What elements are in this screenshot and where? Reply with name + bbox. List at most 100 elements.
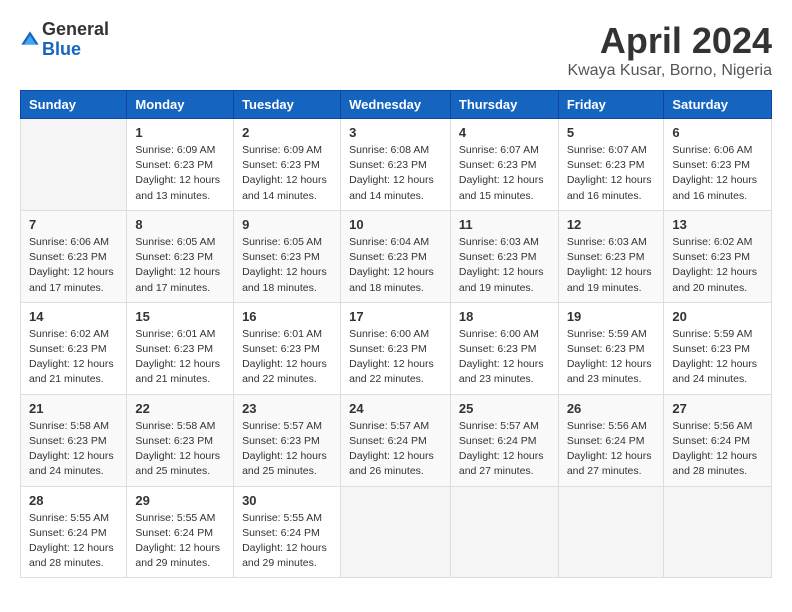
day-number: 25 [459, 401, 550, 416]
day-detail: Sunrise: 6:07 AM Sunset: 6:23 PM Dayligh… [567, 143, 656, 204]
calendar-cell: 15 Sunrise: 6:01 AM Sunset: 6:23 PM Dayli… [127, 302, 234, 394]
logo-blue: Blue [42, 40, 109, 60]
day-detail: Sunrise: 6:05 AM Sunset: 6:23 PM Dayligh… [242, 235, 332, 296]
calendar-body: 1 Sunrise: 6:09 AM Sunset: 6:23 PM Daylig… [21, 119, 772, 578]
day-number: 5 [567, 125, 656, 140]
day-number: 7 [29, 217, 118, 232]
day-detail: Sunrise: 6:07 AM Sunset: 6:23 PM Dayligh… [459, 143, 550, 204]
calendar-cell [558, 486, 664, 578]
day-detail: Sunrise: 5:57 AM Sunset: 6:24 PM Dayligh… [349, 419, 442, 480]
calendar-cell: 5 Sunrise: 6:07 AM Sunset: 6:23 PM Daylig… [558, 119, 664, 211]
day-number: 1 [135, 125, 225, 140]
calendar-header: SundayMondayTuesdayWednesdayThursdayFrid… [21, 91, 772, 119]
weekday-header: Saturday [664, 91, 772, 119]
calendar-week-row: 7 Sunrise: 6:06 AM Sunset: 6:23 PM Daylig… [21, 210, 772, 302]
calendar-cell [664, 486, 772, 578]
logo-text: General Blue [42, 20, 109, 60]
calendar-week-row: 14Sunrise: 6:02 AM Sunset: 6:23 PM Dayli… [21, 302, 772, 394]
calendar-cell: 10 Sunrise: 6:04 AM Sunset: 6:23 PM Dayli… [341, 210, 451, 302]
calendar-cell: 23 Sunrise: 5:57 AM Sunset: 6:23 PM Dayli… [234, 394, 341, 486]
day-detail: Sunrise: 6:01 AM Sunset: 6:23 PM Dayligh… [135, 327, 225, 388]
day-number: 23 [242, 401, 332, 416]
day-number: 6 [672, 125, 763, 140]
calendar-cell: 16 Sunrise: 6:01 AM Sunset: 6:23 PM Dayli… [234, 302, 341, 394]
day-detail: Sunrise: 6:09 AM Sunset: 6:23 PM Dayligh… [242, 143, 332, 204]
calendar-cell: 13 Sunrise: 6:02 AM Sunset: 6:23 PM Dayli… [664, 210, 772, 302]
calendar-cell: 14Sunrise: 6:02 AM Sunset: 6:23 PM Dayli… [21, 302, 127, 394]
logo-icon [20, 30, 40, 50]
calendar-cell: 12 Sunrise: 6:03 AM Sunset: 6:23 PM Dayli… [558, 210, 664, 302]
day-number: 24 [349, 401, 442, 416]
calendar-cell: 11Sunrise: 6:03 AM Sunset: 6:23 PM Dayli… [450, 210, 558, 302]
weekday-header: Sunday [21, 91, 127, 119]
calendar-cell: 28Sunrise: 5:55 AM Sunset: 6:24 PM Dayli… [21, 486, 127, 578]
day-number: 18 [459, 309, 550, 324]
day-number: 26 [567, 401, 656, 416]
day-detail: Sunrise: 5:55 AM Sunset: 6:24 PM Dayligh… [135, 511, 225, 572]
day-detail: Sunrise: 6:06 AM Sunset: 6:23 PM Dayligh… [29, 235, 118, 296]
weekday-header: Monday [127, 91, 234, 119]
calendar-cell: 3 Sunrise: 6:08 AM Sunset: 6:23 PM Daylig… [341, 119, 451, 211]
day-number: 9 [242, 217, 332, 232]
weekday-header: Tuesday [234, 91, 341, 119]
calendar-cell: 19 Sunrise: 5:59 AM Sunset: 6:23 PM Dayli… [558, 302, 664, 394]
calendar-cell: 21 Sunrise: 5:58 AM Sunset: 6:23 PM Dayli… [21, 394, 127, 486]
calendar-week-row: 28Sunrise: 5:55 AM Sunset: 6:24 PM Dayli… [21, 486, 772, 578]
day-number: 16 [242, 309, 332, 324]
calendar-cell: 30 Sunrise: 5:55 AM Sunset: 6:24 PM Dayli… [234, 486, 341, 578]
logo: General Blue [20, 20, 109, 60]
calendar-cell [21, 119, 127, 211]
day-detail: Sunrise: 5:59 AM Sunset: 6:23 PM Dayligh… [567, 327, 656, 388]
day-number: 13 [672, 217, 763, 232]
day-detail: Sunrise: 5:55 AM Sunset: 6:24 PM Dayligh… [29, 511, 118, 572]
day-number: 22 [135, 401, 225, 416]
calendar-table: SundayMondayTuesdayWednesdayThursdayFrid… [20, 90, 772, 578]
day-detail: Sunrise: 6:09 AM Sunset: 6:23 PM Dayligh… [135, 143, 225, 204]
logo-general: General [42, 20, 109, 40]
calendar-cell: 24 Sunrise: 5:57 AM Sunset: 6:24 PM Dayli… [341, 394, 451, 486]
day-detail: Sunrise: 6:08 AM Sunset: 6:23 PM Dayligh… [349, 143, 442, 204]
day-number: 15 [135, 309, 225, 324]
calendar-week-row: 21 Sunrise: 5:58 AM Sunset: 6:23 PM Dayli… [21, 394, 772, 486]
calendar-cell: 4Sunrise: 6:07 AM Sunset: 6:23 PM Daylig… [450, 119, 558, 211]
calendar-cell: 18 Sunrise: 6:00 AM Sunset: 6:23 PM Dayli… [450, 302, 558, 394]
day-detail: Sunrise: 6:00 AM Sunset: 6:23 PM Dayligh… [459, 327, 550, 388]
day-detail: Sunrise: 6:01 AM Sunset: 6:23 PM Dayligh… [242, 327, 332, 388]
day-detail: Sunrise: 5:55 AM Sunset: 6:24 PM Dayligh… [242, 511, 332, 572]
calendar-cell: 25 Sunrise: 5:57 AM Sunset: 6:24 PM Dayli… [450, 394, 558, 486]
calendar-cell: 20Sunrise: 5:59 AM Sunset: 6:23 PM Dayli… [664, 302, 772, 394]
day-number: 29 [135, 493, 225, 508]
day-number: 21 [29, 401, 118, 416]
calendar-cell: 2 Sunrise: 6:09 AM Sunset: 6:23 PM Daylig… [234, 119, 341, 211]
day-number: 30 [242, 493, 332, 508]
day-detail: Sunrise: 5:57 AM Sunset: 6:23 PM Dayligh… [242, 419, 332, 480]
location: Kwaya Kusar, Borno, Nigeria [567, 62, 772, 80]
day-number: 3 [349, 125, 442, 140]
day-detail: Sunrise: 6:03 AM Sunset: 6:23 PM Dayligh… [567, 235, 656, 296]
day-number: 10 [349, 217, 442, 232]
day-number: 2 [242, 125, 332, 140]
calendar-cell: 1 Sunrise: 6:09 AM Sunset: 6:23 PM Daylig… [127, 119, 234, 211]
day-detail: Sunrise: 6:04 AM Sunset: 6:23 PM Dayligh… [349, 235, 442, 296]
day-detail: Sunrise: 5:57 AM Sunset: 6:24 PM Dayligh… [459, 419, 550, 480]
calendar-cell: 9 Sunrise: 6:05 AM Sunset: 6:23 PM Daylig… [234, 210, 341, 302]
day-number: 19 [567, 309, 656, 324]
weekday-row: SundayMondayTuesdayWednesdayThursdayFrid… [21, 91, 772, 119]
month-title: April 2024 [567, 20, 772, 62]
calendar-cell: 26 Sunrise: 5:56 AM Sunset: 6:24 PM Dayli… [558, 394, 664, 486]
calendar-cell: 7 Sunrise: 6:06 AM Sunset: 6:23 PM Daylig… [21, 210, 127, 302]
weekday-header: Wednesday [341, 91, 451, 119]
weekday-header: Thursday [450, 91, 558, 119]
calendar-cell: 29 Sunrise: 5:55 AM Sunset: 6:24 PM Dayli… [127, 486, 234, 578]
day-number: 12 [567, 217, 656, 232]
title-block: April 2024 Kwaya Kusar, Borno, Nigeria [567, 20, 772, 80]
day-detail: Sunrise: 5:56 AM Sunset: 6:24 PM Dayligh… [567, 419, 656, 480]
day-detail: Sunrise: 6:05 AM Sunset: 6:23 PM Dayligh… [135, 235, 225, 296]
day-number: 11 [459, 217, 550, 232]
day-detail: Sunrise: 6:02 AM Sunset: 6:23 PM Dayligh… [672, 235, 763, 296]
calendar-cell: 22Sunrise: 5:58 AM Sunset: 6:23 PM Dayli… [127, 394, 234, 486]
calendar-week-row: 1 Sunrise: 6:09 AM Sunset: 6:23 PM Daylig… [21, 119, 772, 211]
calendar-cell [341, 486, 451, 578]
day-detail: Sunrise: 5:58 AM Sunset: 6:23 PM Dayligh… [29, 419, 118, 480]
calendar-cell: 17Sunrise: 6:00 AM Sunset: 6:23 PM Dayli… [341, 302, 451, 394]
